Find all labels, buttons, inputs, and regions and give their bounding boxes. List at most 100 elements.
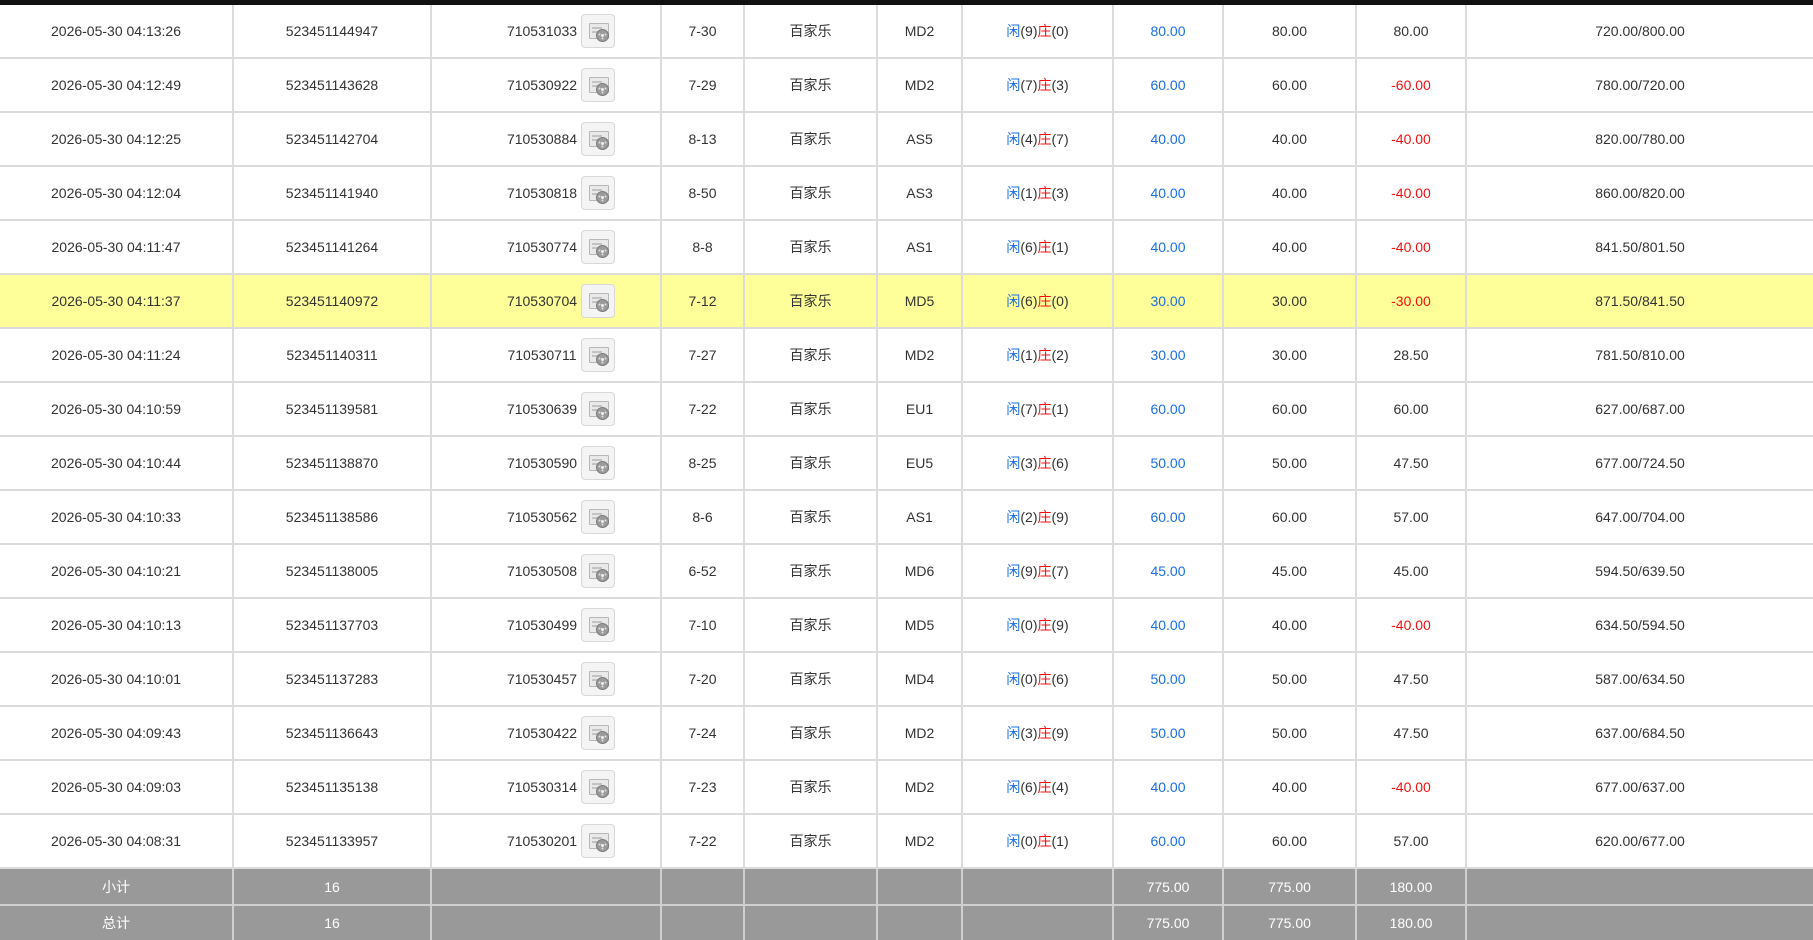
subtotal-count: 16 [233,868,432,906]
round-number: 8-50 [661,166,745,221]
game-result: 闲(0)庄(1) [962,814,1114,869]
banker-score: (3) [1051,77,1069,93]
bet-id: 523451139581 [233,382,432,437]
banker-score: (9) [1051,509,1069,525]
game-type: 百家乐 [744,274,878,329]
video-replay-icon[interactable] [581,176,616,210]
game-type: 百家乐 [744,436,878,491]
round-number: 7-30 [661,5,745,59]
banker-label: 庄 [1037,77,1052,93]
table-row[interactable]: 2026-05-30 04:10:59 523451139581 710530639… [0,382,1813,437]
game-result: 闲(9)庄(7) [962,544,1114,599]
video-replay-icon[interactable] [581,230,616,264]
video-replay-icon[interactable] [581,14,616,48]
banker-score: (3) [1051,185,1069,201]
valid-bet: 80.00 [1223,5,1357,59]
player-label: 闲 [1006,509,1021,525]
bet-id: 523451137283 [233,652,432,707]
game-id-cell: 710530711 [431,328,662,383]
bet-time: 2026-05-30 04:08:31 [0,814,234,869]
round-number: 8-8 [661,220,745,275]
bet-time: 2026-05-30 04:10:21 [0,544,234,599]
game-id: 710530704 [506,293,578,309]
table-row[interactable]: 2026-05-30 04:09:43 523451136643 710530422… [0,706,1813,761]
video-replay-icon[interactable] [581,770,616,804]
video-replay-icon[interactable] [581,284,616,318]
video-replay-icon[interactable] [581,500,616,534]
video-replay-icon[interactable] [581,608,616,642]
table-row[interactable]: 2026-05-30 04:13:26 523451144947 710531033… [0,5,1813,59]
balance-before-after: 647.00/704.00 [1466,490,1813,545]
table-code: AS3 [877,166,963,221]
game-id-cell: 710530201 [431,814,662,869]
table-row[interactable]: 2026-05-30 04:10:21 523451138005 710530508… [0,544,1813,599]
game-result: 闲(6)庄(0) [962,274,1114,329]
banker-score: (7) [1051,131,1069,147]
player-score: (4) [1020,131,1038,147]
video-replay-icon[interactable] [580,338,615,372]
valid-bet: 60.00 [1223,814,1357,869]
valid-bet: 50.00 [1223,652,1357,707]
table-row[interactable]: 2026-05-30 04:10:01 523451137283 710530457… [0,652,1813,707]
game-result: 闲(1)庄(2) [962,328,1114,383]
table-row[interactable]: 2026-05-30 04:10:33 523451138586 710530562… [0,490,1813,545]
player-score: (9) [1020,563,1038,579]
video-replay-icon[interactable] [581,716,616,750]
game-id-cell: 710530922 [431,58,662,113]
win-loss: -40.00 [1356,220,1467,275]
subtotal-valid-bet: 775.00 [1223,868,1357,906]
game-id: 710530499 [506,617,578,633]
bet-time: 2026-05-30 04:11:37 [0,274,234,329]
bet-amount: 60.00 [1113,58,1224,113]
table-row[interactable]: 2026-05-30 04:10:44 523451138870 710530590… [0,436,1813,491]
total-win-loss: 180.00 [1356,905,1467,940]
valid-bet: 45.00 [1223,544,1357,599]
table-row[interactable]: 2026-05-30 04:12:04 523451141940 710530818… [0,166,1813,221]
table-body: 2026-05-30 04:13:26 523451144947 710531033… [0,5,1813,869]
video-replay-icon[interactable] [581,824,616,858]
win-loss: -60.00 [1356,58,1467,113]
video-replay-icon[interactable] [581,446,616,480]
banker-label: 庄 [1037,23,1052,39]
table-code: MD2 [877,58,963,113]
balance-before-after: 627.00/687.00 [1466,382,1813,437]
round-number: 7-20 [661,652,745,707]
game-id-cell: 710530774 [431,220,662,275]
game-type: 百家乐 [744,814,878,869]
video-replay-icon[interactable] [581,662,616,696]
table-row[interactable]: 2026-05-30 04:12:25 523451142704 710530884… [0,112,1813,167]
table-code: MD6 [877,544,963,599]
table-row[interactable]: 2026-05-30 04:11:37 523451140972 710530704… [0,274,1813,329]
round-number: 7-24 [661,706,745,761]
banker-label: 庄 [1037,293,1052,309]
game-id-cell: 710531033 [431,5,662,59]
bet-id: 523451143628 [233,58,432,113]
table-row[interactable]: 2026-05-30 04:08:31 523451133957 710530201… [0,814,1813,869]
game-id-cell: 710530422 [431,706,662,761]
win-loss: 80.00 [1356,5,1467,59]
bet-amount: 45.00 [1113,544,1224,599]
player-label: 闲 [1006,239,1021,255]
game-id-cell: 710530562 [431,490,662,545]
video-replay-icon[interactable] [581,122,616,156]
valid-bet: 40.00 [1223,760,1357,815]
bet-amount: 50.00 [1113,436,1224,491]
game-id-cell: 710530499 [431,598,662,653]
bet-amount: 40.00 [1113,112,1224,167]
table-row[interactable]: 2026-05-30 04:11:47 523451141264 710530774… [0,220,1813,275]
video-replay-icon[interactable] [581,554,616,588]
video-replay-icon[interactable] [581,68,616,102]
win-loss: -40.00 [1356,760,1467,815]
player-score: (9) [1020,23,1038,39]
table-row[interactable]: 2026-05-30 04:11:24 523451140311 710530711… [0,328,1813,383]
valid-bet: 60.00 [1223,382,1357,437]
game-id: 710530711 [507,347,577,363]
game-type: 百家乐 [744,220,878,275]
table-row[interactable]: 2026-05-30 04:09:03 523451135138 710530314… [0,760,1813,815]
table-code: AS1 [877,490,963,545]
win-loss: -40.00 [1356,166,1467,221]
bet-time: 2026-05-30 04:11:24 [0,328,234,383]
table-row[interactable]: 2026-05-30 04:10:13 523451137703 710530499… [0,598,1813,653]
table-row[interactable]: 2026-05-30 04:12:49 523451143628 710530922… [0,58,1813,113]
video-replay-icon[interactable] [581,392,616,426]
